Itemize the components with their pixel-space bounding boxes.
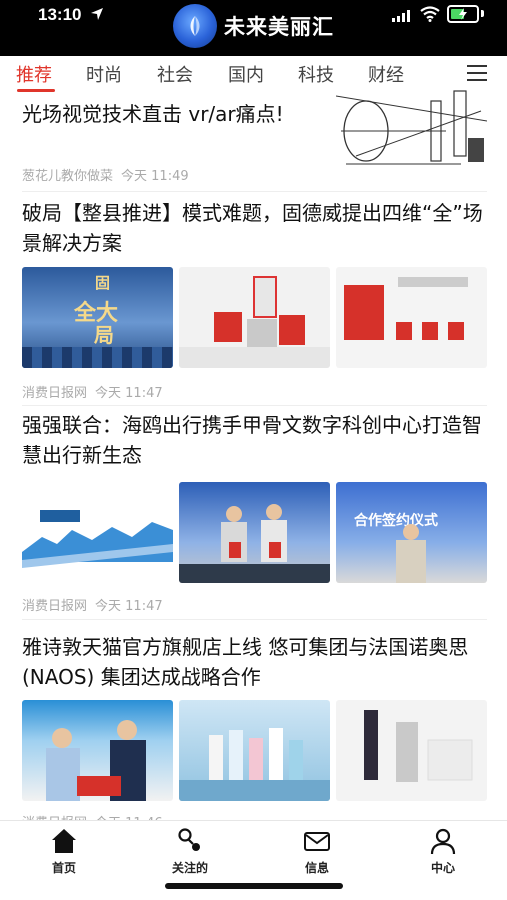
news-thumbnail[interactable] <box>336 86 487 186</box>
nav-messages[interactable]: 信息 <box>282 827 352 876</box>
news-thumbnail[interactable] <box>336 700 487 801</box>
product-image <box>179 276 330 368</box>
news-thumbnail[interactable]: 固 全大 局 <box>22 267 173 368</box>
news-title[interactable]: 强强联合：海鸥出行携手甲骨文数字科创中心打造智慧出行新生态 <box>22 410 487 470</box>
news-title[interactable]: 破局【整县推进】模式难题，固德威提出四维“全”场景解决方案 <box>22 198 487 258</box>
nav-profile[interactable]: 中心 <box>408 827 478 876</box>
nav-label: 关注的 <box>171 861 208 875</box>
news-time: 今天 11:47 <box>95 599 163 614</box>
news-thumbnail[interactable] <box>336 267 487 368</box>
banner-image <box>22 510 173 568</box>
news-item[interactable]: 破局【整县推进】模式难题，固德威提出四维“全”场景解决方案 <box>22 198 487 258</box>
signal-icon <box>392 10 410 22</box>
news-time: 今天 11:49 <box>121 169 189 184</box>
optics-diagram-image <box>336 90 487 165</box>
product-image <box>179 728 330 801</box>
news-meta: 消费日报网 今天 11:47 <box>22 382 487 401</box>
news-time: 今天 11:47 <box>95 386 163 401</box>
news-thumbnail[interactable] <box>179 482 330 583</box>
battery-icon <box>447 5 479 23</box>
news-thumbnail[interactable] <box>179 267 330 368</box>
thumbnail-text: 局 <box>94 323 114 347</box>
product-image <box>344 277 468 340</box>
location-arrow-icon <box>91 8 103 20</box>
nav-home[interactable]: 首页 <box>29 827 99 876</box>
news-thumbnail[interactable]: 合作签约仪式 <box>336 482 487 583</box>
home-indicator <box>165 883 343 889</box>
tab-tech[interactable]: 科技 <box>298 61 334 87</box>
thumbnail-text: 固 <box>93 275 111 290</box>
wifi-icon <box>420 6 440 22</box>
photo-image <box>179 504 330 583</box>
news-item[interactable]: 强强联合：海鸥出行携手甲骨文数字科创中心打造智慧出行新生态 <box>22 410 487 470</box>
news-thumbnail[interactable] <box>179 700 330 801</box>
status-time: 13:10 <box>38 5 82 24</box>
news-source: 消费日报网 <box>22 386 88 401</box>
nav-label: 首页 <box>51 861 76 875</box>
active-tab-indicator <box>17 89 55 92</box>
news-source: 葱花儿教你做菜 <box>22 169 114 184</box>
app-logo <box>173 4 217 48</box>
news-source: 消费日报网 <box>22 599 88 614</box>
news-item[interactable]: 雅诗敦天猫官方旗舰店上线 悠可集团与法国诺奥思 (NAOS) 集团达成战略合作 <box>22 632 487 692</box>
tab-recommend[interactable]: 推荐 <box>16 61 52 87</box>
nav-label: 信息 <box>304 861 329 875</box>
nav-follow[interactable]: 关注的 <box>155 827 225 876</box>
news-item[interactable]: 光场视觉技术直击 vr/ar痛点! <box>22 99 322 129</box>
logo-mark-icon <box>190 16 200 36</box>
person-icon <box>430 828 456 855</box>
status-title-bar: 13:10 未来美丽汇 <box>0 0 507 56</box>
tab-fashion[interactable]: 时尚 <box>86 61 122 87</box>
photo-image <box>46 720 146 801</box>
news-thumbnail[interactable] <box>22 700 173 801</box>
news-title[interactable]: 光场视觉技术直击 vr/ar痛点! <box>22 99 322 129</box>
tab-society[interactable]: 社会 <box>157 61 193 87</box>
app-header: 未来美丽汇 <box>173 4 334 48</box>
mail-icon <box>304 832 330 851</box>
product-image <box>364 710 473 782</box>
news-title[interactable]: 雅诗敦天猫官方旗舰店上线 悠可集团与法国诺奥思 (NAOS) 集团达成战略合作 <box>22 632 487 692</box>
app-title: 未来美丽汇 <box>224 15 334 39</box>
news-meta: 消费日报网 今天 11:47 <box>22 595 487 614</box>
news-thumbnail[interactable] <box>22 482 173 583</box>
tab-finance[interactable]: 财经 <box>368 61 404 87</box>
nav-label: 中心 <box>430 861 455 875</box>
home-icon <box>52 829 76 853</box>
tab-domestic[interactable]: 国内 <box>228 61 264 87</box>
menu-icon[interactable] <box>467 65 487 81</box>
follow-icon <box>178 828 200 851</box>
